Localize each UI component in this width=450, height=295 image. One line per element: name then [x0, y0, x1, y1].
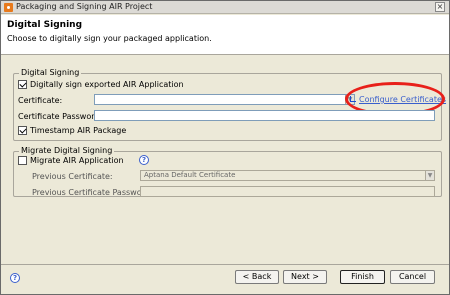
password-label: Certificate Password: [18, 112, 103, 121]
finish-button[interactable]: Finish [340, 270, 385, 284]
certificate-dropdown[interactable]: ▼ [94, 94, 355, 105]
password-input[interactable] [94, 110, 435, 121]
footer-divider [1, 264, 449, 265]
timestamp-checkbox[interactable] [18, 126, 27, 135]
page-description: Choose to digitally sign your packaged a… [7, 34, 212, 43]
next-button[interactable]: Next > [283, 270, 327, 284]
title-bar[interactable]: Packaging and Signing AIR Project × [1, 1, 449, 14]
migrate-signing-group-title: Migrate Digital Signing [19, 146, 115, 155]
window-title: Packaging and Signing AIR Project [16, 2, 153, 11]
previous-certificate-value: Aptana Default Certificate [144, 171, 236, 179]
app-icon [4, 3, 13, 12]
sign-checkbox-label: Digitally sign exported AIR Application [30, 80, 184, 89]
digital-signing-group-title: Digital Signing [19, 68, 82, 77]
help-icon[interactable]: ? [139, 155, 149, 165]
previous-password-label: Previous Certificate Password: [32, 188, 153, 197]
previous-password-input[interactable] [140, 186, 435, 197]
cancel-button[interactable]: Cancel [390, 270, 435, 284]
wizard-help-icon[interactable]: ? [10, 273, 20, 283]
previous-certificate-label: Previous Certificate: [32, 172, 113, 181]
back-button[interactable]: < Back [235, 270, 279, 284]
close-button[interactable]: × [435, 2, 445, 12]
page-title: Digital Signing [7, 20, 83, 30]
timestamp-checkbox-label: Timestamp AIR Package [30, 126, 127, 135]
sign-checkbox[interactable] [18, 80, 27, 89]
migrate-checkbox[interactable] [18, 156, 27, 165]
wizard-header: Digital Signing Choose to digitally sign… [1, 15, 449, 55]
previous-certificate-dropdown[interactable]: Aptana Default Certificate ▼ [140, 170, 435, 181]
migrate-checkbox-label: Migrate AIR Application [30, 156, 124, 165]
dialog-window: Packaging and Signing AIR Project × Digi… [0, 0, 450, 295]
chevron-down-icon[interactable]: ▼ [425, 171, 434, 180]
certificate-label: Certificate: [18, 96, 63, 105]
